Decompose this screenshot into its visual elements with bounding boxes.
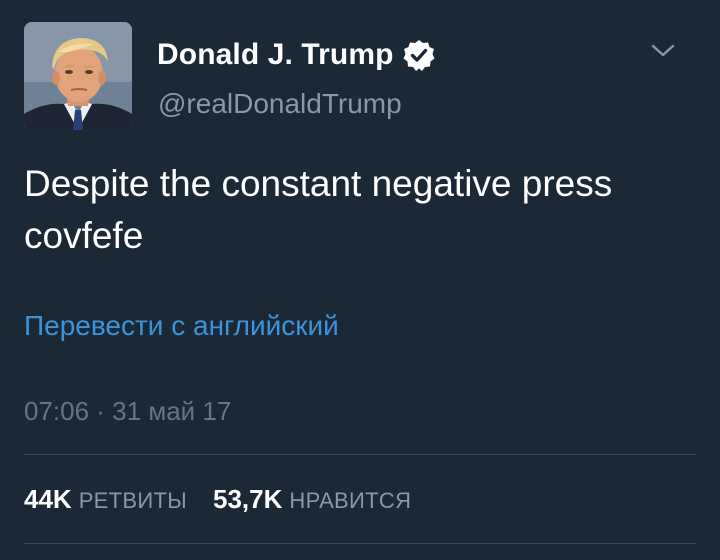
author-handle[interactable]: @realDonaldTrump — [158, 88, 402, 120]
verified-badge-icon — [402, 38, 436, 72]
display-name[interactable]: Donald J. Trump — [157, 38, 394, 72]
tweet-text-line: Despite the constant negative press — [24, 163, 613, 204]
tweet-stats: 44K РЕТВИТЫ 53,7K НРАВИТСЯ — [24, 484, 411, 515]
retweets-count: 44K — [24, 484, 72, 514]
likes-label: НРАВИТСЯ — [289, 488, 412, 513]
tweet-text: Despite the constant negative press covf… — [24, 158, 694, 262]
likes-count: 53,7K — [213, 484, 283, 514]
likes-stat[interactable]: 53,7K НРАВИТСЯ — [213, 484, 411, 515]
divider — [24, 543, 696, 544]
avatar-image — [24, 22, 132, 130]
retweets-stat[interactable]: 44K РЕТВИТЫ — [24, 484, 187, 515]
divider — [24, 454, 696, 455]
chevron-down-icon[interactable] — [648, 38, 678, 62]
tweet-timestamp[interactable]: 07:06 · 31 май 17 — [24, 396, 231, 427]
avatar[interactable] — [24, 22, 132, 130]
retweets-label: РЕТВИТЫ — [78, 488, 187, 513]
tweet-text-line: covfefe — [24, 215, 144, 256]
translate-link[interactable]: Перевести с английский — [24, 310, 339, 342]
author-name-row[interactable]: Donald J. Trump — [157, 38, 436, 72]
tweet-card: Donald J. Trump @realDonaldTrump Despite… — [0, 0, 720, 560]
